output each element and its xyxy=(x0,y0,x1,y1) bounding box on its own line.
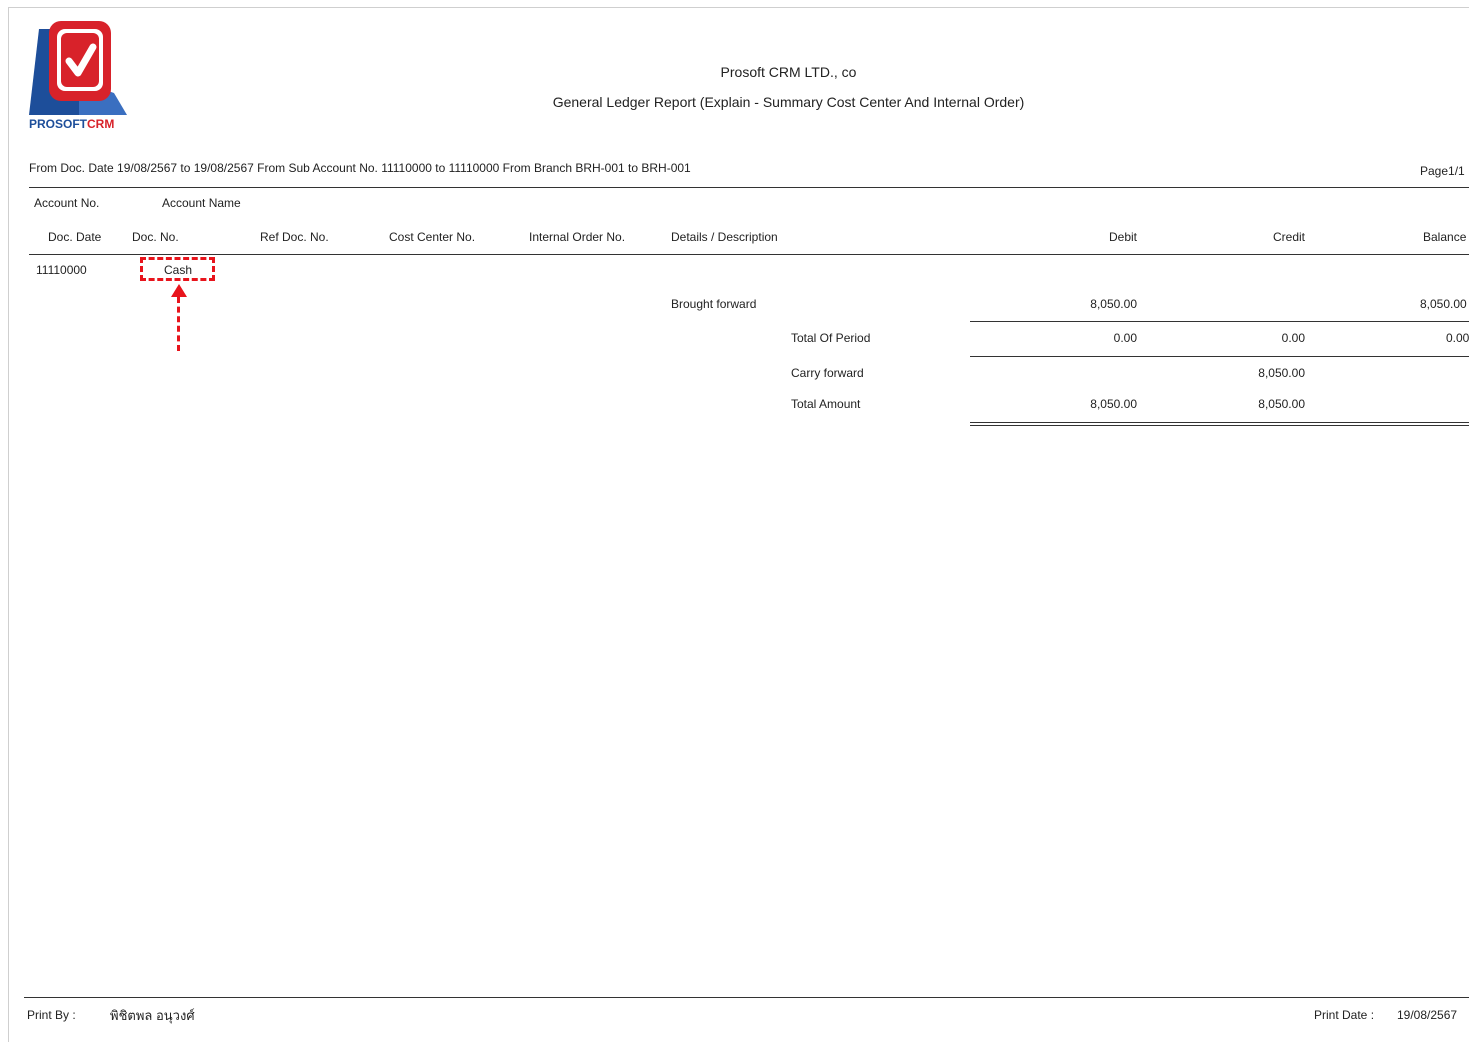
col-doc-date: Doc. Date xyxy=(48,230,102,244)
total-double-rule-bottom xyxy=(970,425,1469,426)
period-top-rule xyxy=(970,321,1469,322)
header-top-rule xyxy=(29,187,1469,188)
print-by-name: พิชิตพล อนุวงศ์ xyxy=(110,1008,195,1023)
print-date: 19/08/2567 xyxy=(1397,1008,1458,1022)
total-amount-label: Total Amount xyxy=(791,397,861,411)
col-credit: Credit xyxy=(1272,230,1305,244)
col-balance: Balance xyxy=(1423,230,1467,244)
annotation-arrow-shaft xyxy=(177,297,180,351)
col-cost-center-no: Cost Center No. xyxy=(389,230,476,244)
print-by-label: Print By : xyxy=(27,1008,76,1022)
logo-word-prosoft: PROSOFT xyxy=(29,117,88,131)
brought-forward-debit: 8,050.00 xyxy=(1090,297,1137,311)
total-amount-credit: 8,050.00 xyxy=(1258,397,1305,411)
company-name: Prosoft CRM LTD., co xyxy=(720,64,857,80)
period-bottom-rule xyxy=(970,356,1469,357)
logo-wordmark: PROSOFTCRM xyxy=(29,117,114,131)
total-of-period-balance: 0.00 xyxy=(1446,331,1469,345)
carry-forward-label: Carry forward xyxy=(791,366,864,380)
brought-forward-label: Brought forward xyxy=(671,297,757,311)
logo-word-crm: CRM xyxy=(87,117,115,131)
total-double-rule-top xyxy=(970,422,1469,423)
col-account-no: Account No. xyxy=(34,196,100,210)
print-date-label: Print Date : xyxy=(1314,1008,1375,1022)
col-internal-order-no: Internal Order No. xyxy=(529,230,626,244)
account-number: 11110000 xyxy=(36,263,87,277)
total-of-period-credit: 0.00 xyxy=(1281,331,1305,345)
annotation-arrow-icon xyxy=(171,284,187,297)
page-number: Page1/1 xyxy=(1420,164,1465,178)
report-title: General Ledger Report (Explain - Summary… xyxy=(552,94,1025,110)
col-details-description: Details / Description xyxy=(671,230,778,244)
total-of-period-label: Total Of Period xyxy=(791,331,871,345)
header-bottom-rule xyxy=(29,254,1469,255)
report-criteria: From Doc. Date 19/08/2567 to 19/08/2567 … xyxy=(29,161,691,175)
total-amount-debit: 8,050.00 xyxy=(1090,397,1137,411)
col-doc-no: Doc. No. xyxy=(132,230,179,244)
total-of-period-debit: 0.00 xyxy=(1113,331,1137,345)
annotation-highlight-box xyxy=(140,257,215,281)
col-account-name: Account Name xyxy=(162,196,241,210)
brought-forward-balance: 8,050.00 xyxy=(1420,297,1467,311)
col-debit: Debit xyxy=(1108,230,1137,244)
carry-forward-credit: 8,050.00 xyxy=(1258,366,1305,380)
col-ref-doc-no: Ref Doc. No. xyxy=(260,230,329,244)
footer-rule xyxy=(24,997,1469,998)
